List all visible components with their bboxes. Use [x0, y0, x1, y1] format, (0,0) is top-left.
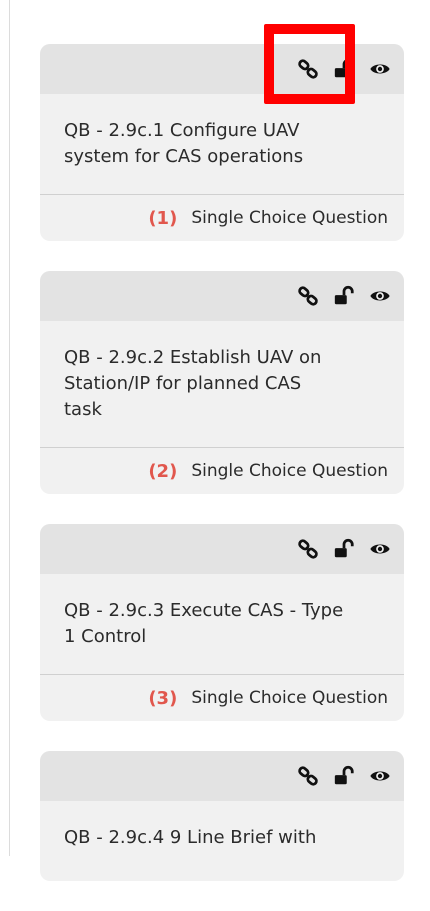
question-index: (1): [148, 207, 178, 229]
card-header: [40, 751, 404, 801]
question-title[interactable]: QB - 2.9c.2 Establish UAV on Station/IP …: [64, 345, 344, 447]
eye-icon[interactable]: [368, 537, 392, 561]
question-index: (3): [148, 687, 178, 709]
question-index: (2): [148, 460, 178, 482]
question-type: Single Choice Question: [191, 688, 388, 708]
question-card: QB - 2.9c.2 Establish UAV on Station/IP …: [40, 271, 404, 494]
question-card: QB - 2.9c.4 9 Line Brief with: [40, 751, 404, 881]
unlock-icon[interactable]: [332, 284, 356, 308]
card-header: [40, 271, 404, 321]
question-title[interactable]: QB - 2.9c.3 Execute CAS - Type 1 Control: [64, 598, 344, 674]
link-icon[interactable]: [296, 284, 320, 308]
link-icon[interactable]: [296, 57, 320, 81]
card-body: QB - 2.9c.2 Establish UAV on Station/IP …: [40, 321, 404, 447]
question-type: Single Choice Question: [191, 208, 388, 228]
question-title[interactable]: QB - 2.9c.4 9 Line Brief with: [64, 825, 344, 875]
card-footer: (2) Single Choice Question: [40, 447, 404, 494]
card-actions: [296, 763, 392, 789]
unlock-icon[interactable]: [332, 537, 356, 561]
question-list: QB - 2.9c.1 Configure UAV system for CAS…: [40, 44, 404, 911]
question-title[interactable]: QB - 2.9c.1 Configure UAV system for CAS…: [64, 118, 344, 194]
question-type: Single Choice Question: [191, 461, 388, 481]
card-actions: [296, 283, 392, 309]
unlock-icon[interactable]: [332, 764, 356, 788]
eye-icon[interactable]: [368, 764, 392, 788]
card-actions: [296, 536, 392, 562]
question-card: QB - 2.9c.1 Configure UAV system for CAS…: [40, 44, 404, 241]
card-header: [40, 44, 404, 94]
card-body: QB - 2.9c.3 Execute CAS - Type 1 Control: [40, 574, 404, 674]
card-footer: (3) Single Choice Question: [40, 674, 404, 721]
unlock-icon[interactable]: [332, 57, 356, 81]
question-card: QB - 2.9c.3 Execute CAS - Type 1 Control…: [40, 524, 404, 721]
card-actions: [296, 56, 392, 82]
card-header: [40, 524, 404, 574]
left-divider: [9, 0, 10, 856]
card-body: QB - 2.9c.4 9 Line Brief with: [40, 801, 404, 881]
card-body: QB - 2.9c.1 Configure UAV system for CAS…: [40, 94, 404, 194]
eye-icon[interactable]: [368, 57, 392, 81]
link-icon[interactable]: [296, 537, 320, 561]
card-footer: (1) Single Choice Question: [40, 194, 404, 241]
link-icon[interactable]: [296, 764, 320, 788]
eye-icon[interactable]: [368, 284, 392, 308]
